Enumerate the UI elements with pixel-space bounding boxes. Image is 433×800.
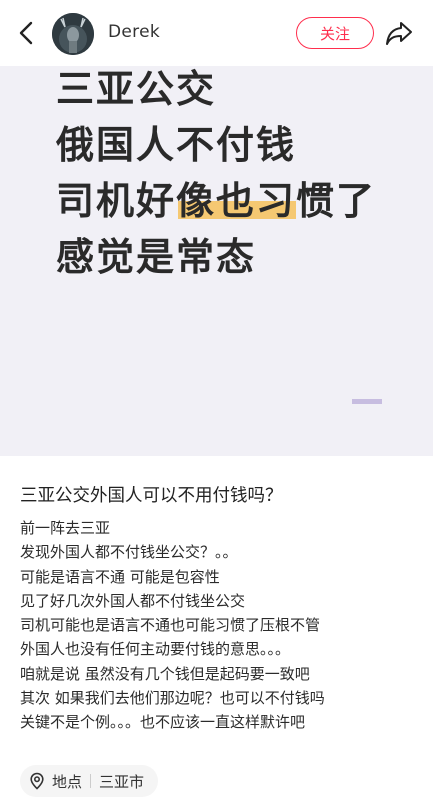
decorative-bar [352,399,382,404]
body-line: 关键不是个例。。。也不应该一直这样默许吧 [20,713,306,732]
share-icon [386,22,412,45]
post-title: 三亚公交外国人可以不用付钱吗？ [20,486,283,506]
body-line: 咱就是说 虽然没有几个钱但是起码要一致吧 [20,664,310,683]
cover-line: 感觉是常态 [56,235,257,279]
location-divider [90,774,92,788]
body-line: 其次 如果我们去他们那边呢？也可以不付钱吗 [20,689,325,708]
post-body: 前一阵去三亚 发现外国人都不付钱坐公交？。。 可能是语言不通 可能是包容性 见了… [20,516,420,735]
cover-line: 司机好像也习惯了 [56,179,377,223]
follow-button[interactable]: 关注 [296,17,374,49]
location-tag[interactable]: 地点 三亚市 [20,765,158,797]
body-line: 可能是语言不通 可能是包容性 [20,567,220,586]
body-line: 司机可能也是语言不通也可能习惯了压根不管 [20,616,321,635]
location-label: 地点 [52,772,83,791]
top-bar: Derek 关注 [0,0,433,66]
body-line: 前一阵去三亚 [20,519,111,537]
body-line: 外国人也没有任何主动要付钱的意思。。。 [20,640,291,659]
body-line: 发现外国人都不付钱坐公交？。。 [20,543,238,562]
body-line: 见了好几次外国人都不付钱坐公交 [20,591,246,610]
cover-line: 俄国人不付钱 [56,123,297,167]
location-pin-icon [28,772,46,790]
username[interactable]: Derek [108,22,160,42]
back-button[interactable] [14,18,38,48]
chevron-left-icon [19,21,33,45]
cover-image[interactable]: 三亚公交 俄国人不付钱 司机好像也习惯了 感觉是常态 [0,66,433,456]
cover-line: 三亚公交 [56,67,217,111]
avatar[interactable] [52,13,94,55]
share-button[interactable] [384,19,414,47]
location-value: 三亚市 [99,772,145,791]
